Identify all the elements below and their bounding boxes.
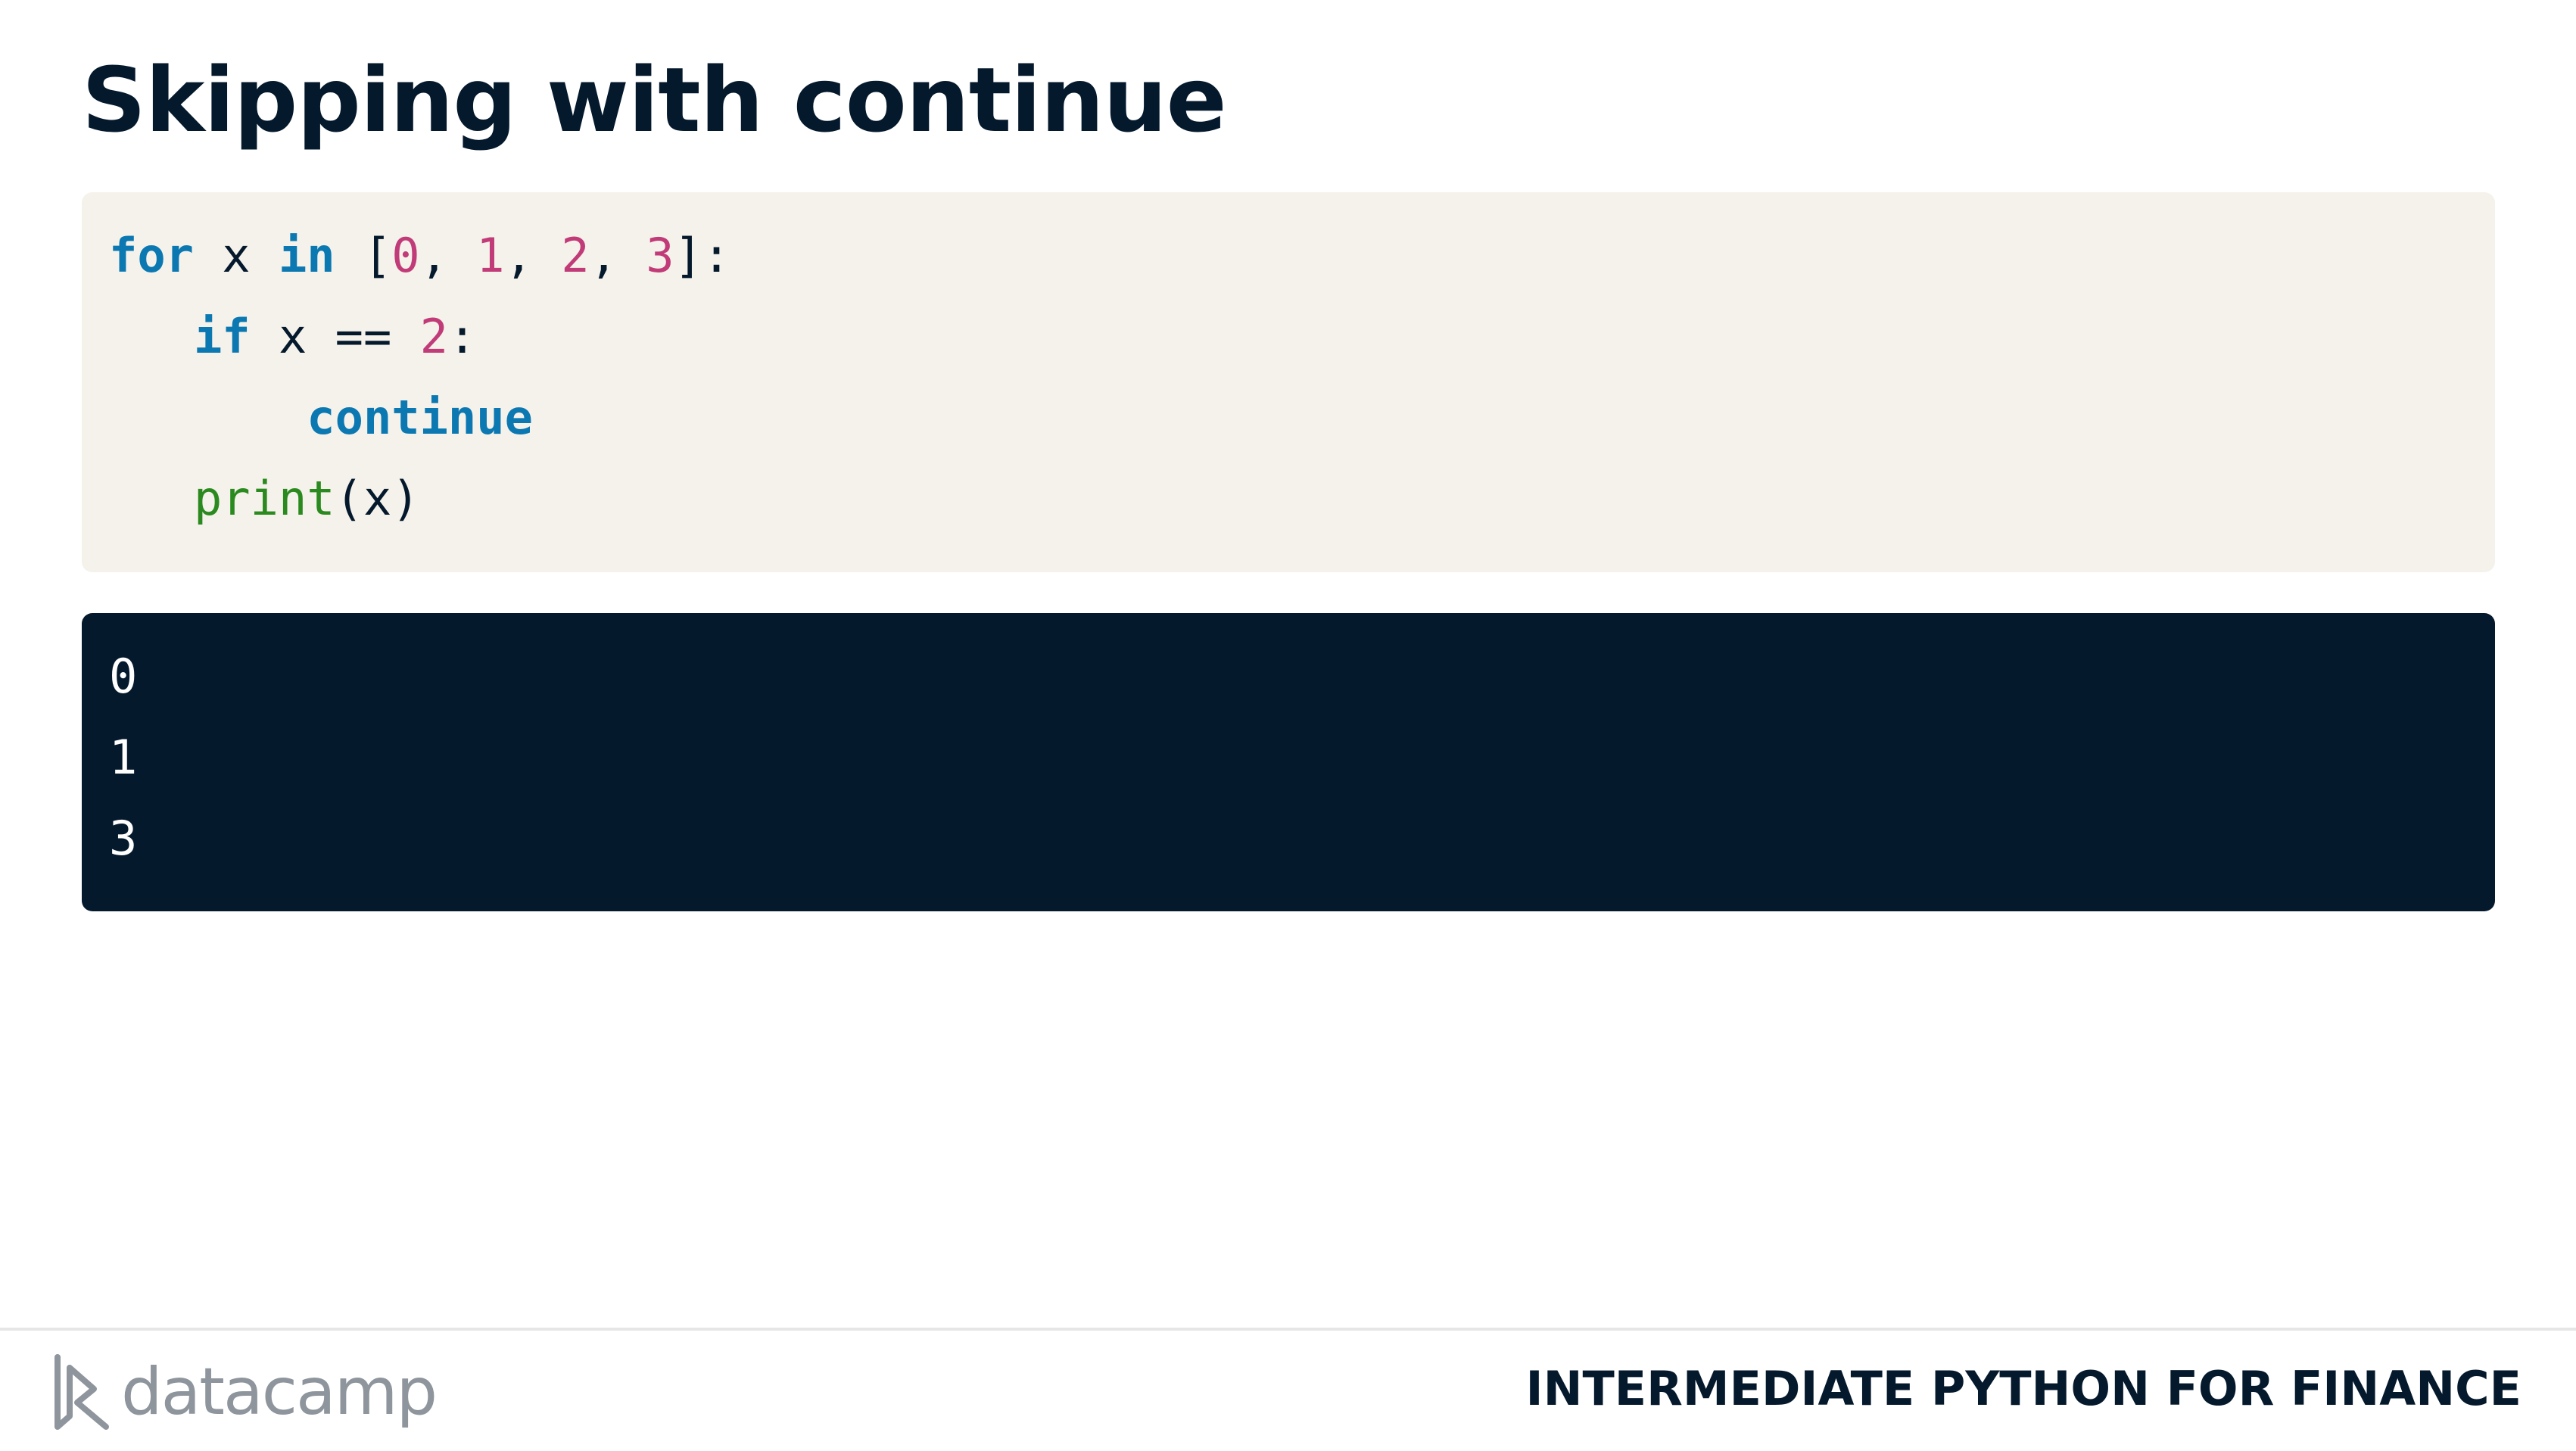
- colon: :: [447, 309, 477, 364]
- brand-name: datacamp: [121, 1354, 438, 1430]
- code-line-1: for x in [0, 1, 2, 3]:: [109, 215, 2495, 296]
- number-literal: 0: [391, 228, 420, 283]
- slide-title: Skipping with continue: [82, 48, 1227, 152]
- number-literal: 2: [419, 309, 448, 364]
- condition: x ==: [250, 309, 420, 364]
- output-line: 0: [109, 649, 138, 704]
- output-line: 3: [109, 811, 138, 866]
- footer-divider: [0, 1328, 2576, 1331]
- keyword-for: for: [109, 228, 194, 283]
- code-line-3: continue: [109, 377, 2495, 458]
- keyword-in: in: [278, 228, 335, 283]
- code-line-2: if x == 2:: [109, 296, 2495, 377]
- course-title: INTERMEDIATE PYTHON FOR FINANCE: [1525, 1361, 2521, 1416]
- list-close: ]:: [674, 228, 731, 283]
- loop-variable: x: [193, 228, 279, 283]
- keyword-continue: continue: [307, 390, 533, 445]
- code-block: for x in [0, 1, 2, 3]: if x == 2: contin…: [82, 192, 2495, 572]
- list-separator: ,: [504, 228, 562, 283]
- number-literal: 3: [646, 228, 674, 283]
- function-print: print: [193, 471, 335, 526]
- call-args: (x): [335, 471, 420, 526]
- datacamp-logo-icon: [55, 1354, 109, 1430]
- list-separator: ,: [589, 228, 646, 283]
- output-line: 1: [109, 730, 138, 785]
- datacamp-logo: datacamp: [53, 1350, 438, 1434]
- output-block: 0 1 3: [82, 613, 2495, 911]
- list-separator: ,: [419, 228, 477, 283]
- list-open: [: [335, 228, 392, 283]
- number-literal: 1: [476, 228, 505, 283]
- number-literal: 2: [561, 228, 590, 283]
- keyword-if: if: [193, 309, 251, 364]
- code-line-4: print(x): [109, 458, 2495, 539]
